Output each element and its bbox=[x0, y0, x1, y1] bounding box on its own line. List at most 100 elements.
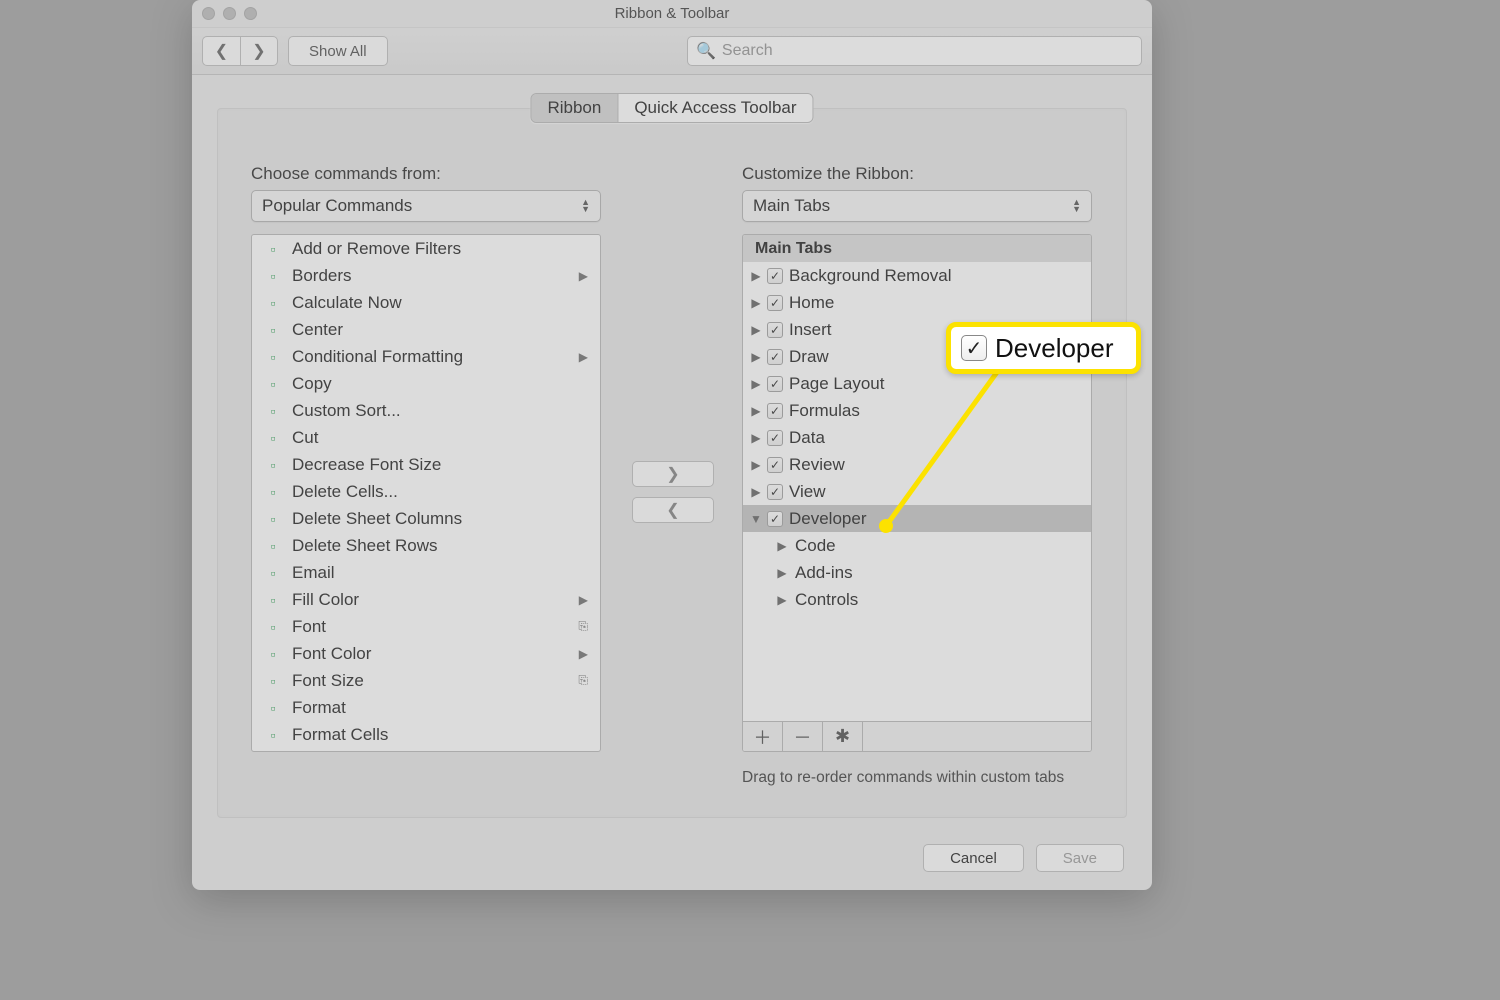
command-icon: ▫ bbox=[264, 726, 282, 744]
disclosure-right-icon[interactable]: ▶ bbox=[749, 431, 763, 445]
tree-row[interactable]: ▶✓Background Removal bbox=[743, 262, 1091, 289]
disclosure-right-icon[interactable]: ▶ bbox=[749, 458, 763, 472]
drag-hint: Drag to re-order commands within custom … bbox=[742, 769, 1064, 787]
command-icon: ▫ bbox=[264, 348, 282, 366]
command-icon: ▫ bbox=[264, 672, 282, 690]
command-item[interactable]: ▫Fill Color▶ bbox=[252, 586, 600, 613]
checkbox[interactable]: ✓ bbox=[767, 295, 783, 311]
command-item[interactable]: ▫Conditional Formatting▶ bbox=[252, 343, 600, 370]
disclosure-right-icon[interactable]: ▶ bbox=[749, 296, 763, 310]
command-item[interactable]: ▫Format Cells bbox=[252, 721, 600, 748]
ribbon-label: Customize the Ribbon: bbox=[742, 164, 1092, 184]
search-placeholder: Search bbox=[722, 42, 773, 60]
ribbon-tree[interactable]: Main Tabs▶✓Background Removal▶✓Home▶✓Ins… bbox=[742, 234, 1092, 752]
close-icon[interactable] bbox=[202, 7, 215, 20]
command-item[interactable]: ▫Cut bbox=[252, 424, 600, 451]
tree-child-row[interactable]: ▶Code bbox=[743, 532, 1091, 559]
command-item[interactable]: ▫Delete Cells... bbox=[252, 478, 600, 505]
content-panel: Ribbon Quick Access Toolbar Choose comma… bbox=[217, 108, 1127, 818]
command-icon: ▫ bbox=[264, 564, 282, 582]
tree-header: Main Tabs bbox=[743, 235, 1091, 262]
command-item[interactable]: ▫Email bbox=[252, 559, 600, 586]
command-label: Font Size bbox=[292, 671, 364, 691]
add-command-button[interactable]: ❯ bbox=[632, 461, 714, 487]
add-tab-button[interactable]: ＋ bbox=[743, 722, 783, 751]
callout-label: Developer bbox=[995, 333, 1114, 364]
tree-row[interactable]: ▶✓Data bbox=[743, 424, 1091, 451]
checkbox[interactable]: ✓ bbox=[767, 511, 783, 527]
tab-ribbon[interactable]: Ribbon bbox=[531, 94, 617, 122]
disclosure-right-icon[interactable]: ▶ bbox=[749, 323, 763, 337]
checkbox[interactable]: ✓ bbox=[767, 349, 783, 365]
zoom-icon[interactable] bbox=[244, 7, 257, 20]
command-icon: ▫ bbox=[264, 402, 282, 420]
forward-button[interactable]: ❯ bbox=[240, 36, 278, 66]
disclosure-right-icon[interactable]: ▶ bbox=[749, 350, 763, 364]
save-button[interactable]: Save bbox=[1036, 844, 1124, 872]
checkbox[interactable]: ✓ bbox=[767, 403, 783, 419]
chevron-updown-icon: ▲▼ bbox=[1072, 199, 1081, 213]
checkbox[interactable]: ✓ bbox=[767, 484, 783, 500]
chevron-updown-icon: ▲▼ bbox=[581, 199, 590, 213]
command-label: Fill Color bbox=[292, 590, 359, 610]
back-button[interactable]: ❮ bbox=[202, 36, 240, 66]
tab-settings-button[interactable]: ✱ bbox=[823, 722, 863, 751]
command-item[interactable]: ▫Font Size⎘ bbox=[252, 667, 600, 694]
search-input[interactable]: 🔍 Search bbox=[687, 36, 1142, 66]
command-label: Custom Sort... bbox=[292, 401, 401, 421]
checkbox[interactable]: ✓ bbox=[767, 376, 783, 392]
disclosure-right-icon[interactable]: ▶ bbox=[749, 485, 763, 499]
disclosure-right-icon[interactable]: ▶ bbox=[749, 404, 763, 418]
command-item[interactable]: ▫Borders▶ bbox=[252, 262, 600, 289]
tree-child-row[interactable]: ▶Controls bbox=[743, 586, 1091, 613]
ribbon-popup[interactable]: Main Tabs ▲▼ bbox=[742, 190, 1092, 222]
tree-row[interactable]: ▼✓Developer bbox=[743, 505, 1091, 532]
disclosure-right-icon[interactable]: ▶ bbox=[775, 566, 789, 580]
toolbar: ❮ ❯ Show All 🔍 Search bbox=[192, 28, 1152, 75]
command-item[interactable]: ▫ Custom Sort... bbox=[252, 397, 600, 424]
submenu-icon: ⎘ bbox=[578, 619, 588, 634]
command-item[interactable]: ▫Decrease Font Size bbox=[252, 451, 600, 478]
commands-list[interactable]: ▫Add or Remove Filters▫Borders▶▫Calculat… bbox=[251, 234, 601, 752]
commands-label: Choose commands from: bbox=[251, 164, 601, 184]
tree-child-row[interactable]: ▶Add-ins bbox=[743, 559, 1091, 586]
disclosure-right-icon[interactable]: ▶ bbox=[775, 539, 789, 553]
checkbox[interactable]: ✓ bbox=[767, 430, 783, 446]
window-title: Ribbon & Toolbar bbox=[615, 5, 730, 22]
remove-command-button[interactable]: ❮ bbox=[632, 497, 714, 523]
checkbox[interactable]: ✓ bbox=[767, 457, 783, 473]
command-item[interactable]: ▫Center bbox=[252, 316, 600, 343]
command-label: Borders bbox=[292, 266, 352, 286]
command-label: Font bbox=[292, 617, 326, 637]
command-item[interactable]: ▫Format bbox=[252, 694, 600, 721]
disclosure-right-icon[interactable]: ▶ bbox=[749, 269, 763, 283]
command-item[interactable]: ▫Font Color▶ bbox=[252, 640, 600, 667]
minimize-icon[interactable] bbox=[223, 7, 236, 20]
command-label: Add or Remove Filters bbox=[292, 239, 461, 259]
cancel-button[interactable]: Cancel bbox=[923, 844, 1024, 872]
command-item[interactable]: ▫Delete Sheet Rows bbox=[252, 532, 600, 559]
command-icon: ▫ bbox=[264, 429, 282, 447]
tree-row[interactable]: ▶✓Review bbox=[743, 451, 1091, 478]
tab-qat[interactable]: Quick Access Toolbar bbox=[617, 94, 812, 122]
tree-row[interactable]: ▶✓Page Layout bbox=[743, 370, 1091, 397]
remove-tab-button[interactable]: － bbox=[783, 722, 823, 751]
show-all-button[interactable]: Show All bbox=[288, 36, 388, 66]
command-item[interactable]: ▫Calculate Now bbox=[252, 289, 600, 316]
disclosure-right-icon[interactable]: ▶ bbox=[775, 593, 789, 607]
command-item[interactable]: ▫Delete Sheet Columns bbox=[252, 505, 600, 532]
disclosure-down-icon[interactable]: ▼ bbox=[749, 512, 763, 526]
command-item[interactable]: ▫Add or Remove Filters bbox=[252, 235, 600, 262]
command-item[interactable]: ▫Copy bbox=[252, 370, 600, 397]
command-item[interactable]: ▫Font⎘ bbox=[252, 613, 600, 640]
checkbox[interactable]: ✓ bbox=[767, 268, 783, 284]
command-icon: ▫ bbox=[264, 321, 282, 339]
checkbox[interactable]: ✓ bbox=[767, 322, 783, 338]
tree-row[interactable]: ▶✓Home bbox=[743, 289, 1091, 316]
command-icon: ▫ bbox=[264, 294, 282, 312]
command-icon: ▫ bbox=[264, 375, 282, 393]
disclosure-right-icon[interactable]: ▶ bbox=[749, 377, 763, 391]
tree-row[interactable]: ▶✓Formulas bbox=[743, 397, 1091, 424]
commands-popup[interactable]: Popular Commands ▲▼ bbox=[251, 190, 601, 222]
tree-row[interactable]: ▶✓View bbox=[743, 478, 1091, 505]
